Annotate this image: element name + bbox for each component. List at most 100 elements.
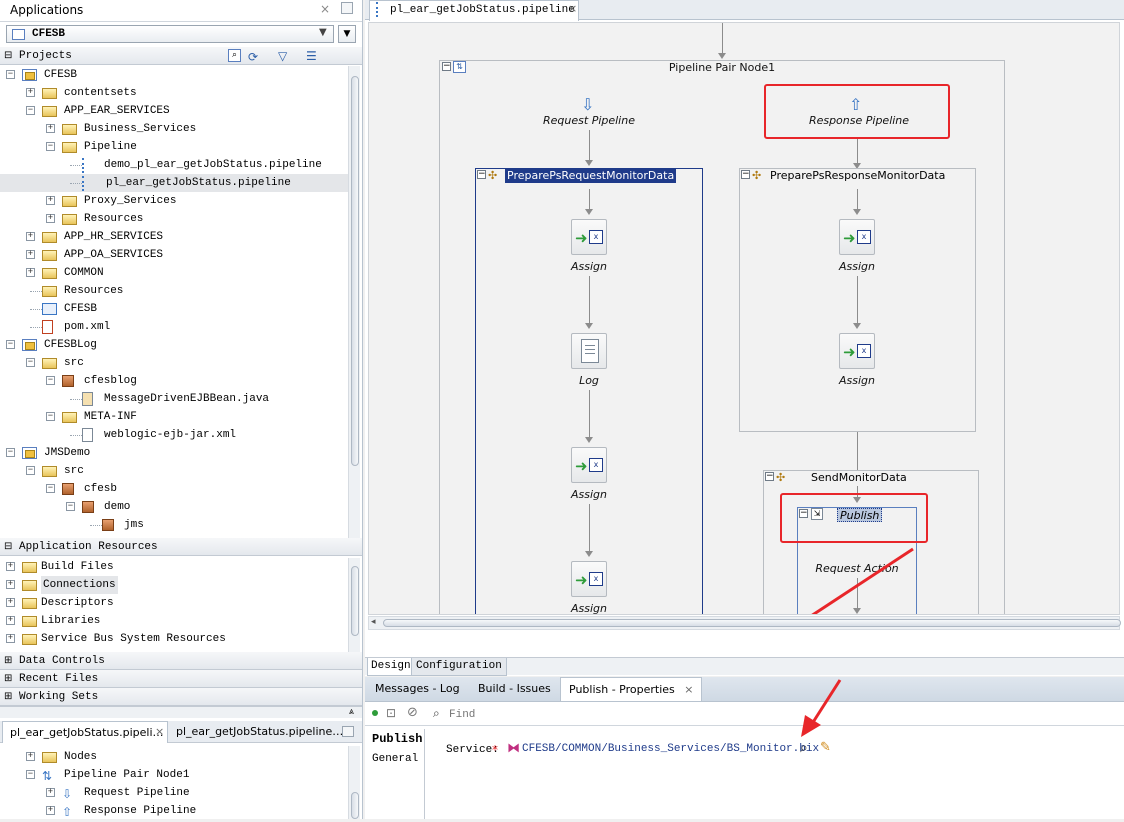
scroll-left-icon[interactable]: ◂ xyxy=(371,617,376,627)
close-icon[interactable]: × xyxy=(568,2,577,15)
structure-item[interactable]: + ⇩ Request Pipeline xyxy=(0,784,348,802)
expand-icon[interactable]: + xyxy=(26,232,35,241)
resource-item[interactable]: + Descriptors xyxy=(0,594,348,612)
expand-icon[interactable]: + xyxy=(6,598,15,607)
app-resources-scroll-thumb[interactable] xyxy=(351,566,359,636)
tree-item[interactable]: + Proxy_Services xyxy=(0,192,348,210)
pipeline-canvas[interactable]: − ⇅ Pipeline Pair Node1 ⇩ Request Pipeli… xyxy=(368,22,1120,615)
structure-item[interactable]: − ⇅ Pipeline Pair Node1 xyxy=(0,766,348,784)
tree-item[interactable]: − demo xyxy=(0,498,348,516)
expand-icon[interactable]: + xyxy=(46,196,55,205)
collapse-icon[interactable]: − xyxy=(46,412,55,421)
tree-item[interactable]: + APP_OA_SERVICES xyxy=(0,246,348,264)
tree-item[interactable]: Resources xyxy=(0,282,348,300)
tab-configuration[interactable]: Configuration xyxy=(411,658,507,676)
expand-icon[interactable]: + xyxy=(6,616,15,625)
application-selector[interactable]: CFESB ▼ xyxy=(6,25,334,43)
panel-splitter[interactable]: ⩓ xyxy=(0,706,362,718)
app-resources-scrollbar[interactable] xyxy=(348,558,360,652)
tree-item[interactable]: jms xyxy=(0,516,348,534)
expand-icon[interactable]: + xyxy=(26,268,35,277)
tree-item[interactable]: + COMMON xyxy=(0,264,348,282)
tree-item-label: cfesblog xyxy=(84,375,137,387)
collapse-icon[interactable]: − xyxy=(26,770,35,779)
resource-item[interactable]: + Connections xyxy=(0,576,348,594)
tree-item[interactable]: − cfesb xyxy=(0,480,348,498)
tree-item[interactable]: + APP_HR_SERVICES xyxy=(0,228,348,246)
tree-item[interactable]: − JMSDemo xyxy=(0,444,348,462)
filter-icon[interactable]: ▽ xyxy=(278,47,287,65)
collapse-icon[interactable]: ⊟ xyxy=(4,538,12,556)
resource-item[interactable]: + Libraries xyxy=(0,612,348,630)
collapse-icon[interactable]: − xyxy=(26,466,35,475)
tree-item[interactable]: − src xyxy=(0,462,348,480)
collapse-icon[interactable]: ⊟ xyxy=(4,47,12,65)
structure-tab-2[interactable]: pl_ear_getJobStatus.pipeline… xyxy=(170,721,343,743)
tree-item[interactable]: − APP_EAR_SERVICES xyxy=(0,102,348,120)
project-tree-scroll-thumb[interactable] xyxy=(351,76,359,466)
tab-design[interactable]: Design xyxy=(367,658,415,676)
minimize-icon[interactable] xyxy=(341,2,353,14)
expand-icon[interactable]: + xyxy=(6,580,15,589)
structure-tab-1[interactable]: pl_ear_getJobStatus.pipeli… × xyxy=(2,721,168,743)
resource-item[interactable]: + Service Bus System Resources xyxy=(0,630,348,648)
structure-tabs: pl_ear_getJobStatus.pipeli… × pl_ear_get… xyxy=(0,721,362,743)
tree-item[interactable]: − META-INF xyxy=(0,408,348,426)
expand-icon[interactable]: ⊞ xyxy=(4,688,12,706)
structure-scroll-thumb[interactable] xyxy=(351,792,359,819)
collapse-icon[interactable]: − xyxy=(46,376,55,385)
canvas-scroll-thumb[interactable] xyxy=(383,619,1121,627)
expand-icon[interactable]: + xyxy=(46,124,55,133)
collapse-icon[interactable]: − xyxy=(66,502,75,511)
collapsed-panel[interactable]: ⊞ Recent Files xyxy=(0,670,362,688)
collapsed-panel[interactable]: ⊞ Data Controls xyxy=(0,652,362,670)
tree-item[interactable]: pom.xml xyxy=(0,318,348,336)
minimize-icon[interactable] xyxy=(342,726,354,737)
tree-item[interactable]: − cfesblog xyxy=(0,372,348,390)
collapse-icon[interactable]: − xyxy=(6,340,15,349)
tree-item[interactable]: MessageDrivenEJBBean.java xyxy=(0,390,348,408)
maven-file-icon xyxy=(42,320,53,334)
collapse-icon[interactable]: − xyxy=(6,70,15,79)
tree-item[interactable]: − Pipeline xyxy=(0,138,348,156)
tree-item[interactable]: demo_pl_ear_getJobStatus.pipeline xyxy=(0,156,348,174)
refresh-icon[interactable]: ⟳ xyxy=(248,48,258,66)
options-icon[interactable]: ☰ xyxy=(306,47,317,65)
expand-icon[interactable]: + xyxy=(46,806,55,815)
expand-icon[interactable]: + xyxy=(46,214,55,223)
collapse-icon[interactable]: − xyxy=(26,106,35,115)
expand-icon[interactable]: + xyxy=(26,250,35,259)
resource-item[interactable]: + Build Files xyxy=(0,558,348,576)
collapse-icon[interactable]: − xyxy=(26,358,35,367)
tree-item[interactable]: pl_ear_getJobStatus.pipeline xyxy=(0,174,348,192)
structure-item[interactable]: + ⇧ Response Pipeline xyxy=(0,802,348,820)
search-icon[interactable]: ⌕ xyxy=(228,49,241,62)
structure-scrollbar[interactable] xyxy=(348,746,360,819)
tree-item[interactable]: weblogic-ejb-jar.xml xyxy=(0,426,348,444)
close-icon[interactable]: × xyxy=(320,2,330,16)
tree-item[interactable]: + Resources xyxy=(0,210,348,228)
tree-item[interactable]: + contentsets xyxy=(0,84,348,102)
expand-icon[interactable]: ⊞ xyxy=(4,652,12,670)
expand-icon[interactable]: + xyxy=(26,88,35,97)
tree-item[interactable]: − CFESB xyxy=(0,66,348,84)
collapse-icon[interactable]: − xyxy=(46,142,55,151)
tree-item[interactable]: − CFESBLog xyxy=(0,336,348,354)
collapse-icon[interactable]: − xyxy=(46,484,55,493)
collapsed-panel[interactable]: ⊞ Working Sets xyxy=(0,688,362,706)
expand-icon[interactable]: + xyxy=(46,788,55,797)
expand-icon[interactable]: ⊞ xyxy=(4,670,12,688)
application-menu-button[interactable]: ▼ xyxy=(338,25,356,43)
tree-item[interactable]: − src xyxy=(0,354,348,372)
structure-item[interactable]: + Nodes xyxy=(0,748,348,766)
editor-tab-pipeline[interactable]: pl_ear_getJobStatus.pipeline × xyxy=(369,0,579,21)
tree-item[interactable]: + Business_Services xyxy=(0,120,348,138)
canvas-scrollbar[interactable]: ◂ xyxy=(368,616,1121,630)
tree-item[interactable]: CFESB xyxy=(0,300,348,318)
collapse-icon[interactable]: − xyxy=(6,448,15,457)
close-icon[interactable]: × xyxy=(155,725,164,738)
expand-icon[interactable]: + xyxy=(6,562,15,571)
expand-icon[interactable]: + xyxy=(6,634,15,643)
project-tree-scrollbar[interactable] xyxy=(348,66,360,540)
expand-icon[interactable]: + xyxy=(26,752,35,761)
